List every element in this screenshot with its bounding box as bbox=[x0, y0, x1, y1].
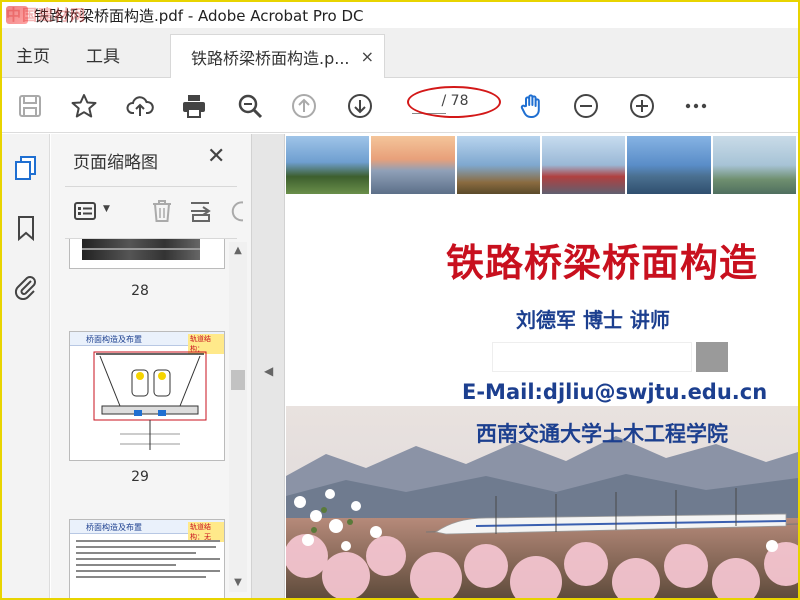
bookmark-star-icon[interactable] bbox=[68, 90, 100, 122]
tab-home[interactable]: 主页 bbox=[16, 42, 50, 67]
save-icon[interactable] bbox=[14, 90, 46, 122]
scroll-down-icon[interactable]: ▼ bbox=[231, 576, 245, 590]
toolbar bbox=[2, 79, 798, 133]
next-page-icon[interactable] bbox=[344, 90, 376, 122]
rotate-page-icon[interactable] bbox=[229, 198, 243, 224]
zoom-in-icon[interactable] bbox=[626, 90, 658, 122]
annotation-circle bbox=[407, 86, 501, 118]
panel-toolbar: ▼ bbox=[65, 194, 251, 230]
page-thumbnails-icon[interactable] bbox=[12, 154, 40, 182]
close-panel-button[interactable]: ✕ bbox=[207, 144, 225, 169]
hand-tool-icon[interactable] bbox=[516, 90, 548, 122]
thumbnail-page[interactable]: 桥面构造及布置 轨道结构： bbox=[69, 331, 225, 461]
print-icon[interactable] bbox=[178, 90, 210, 122]
zoom-out-icon[interactable] bbox=[570, 90, 602, 122]
document-tab-label: 铁路桥梁桥面构造.p... bbox=[191, 48, 350, 68]
panel-divider bbox=[65, 186, 237, 187]
thumbnail-tag: 轨道结构：无 bbox=[188, 522, 224, 542]
zoom-icon[interactable] bbox=[234, 90, 266, 122]
chevron-down-icon[interactable]: ▼ bbox=[103, 204, 110, 214]
panel-title: 页面缩略图 bbox=[73, 153, 158, 173]
thumbnail-page[interactable] bbox=[69, 239, 225, 269]
thumbnail-page-number: 29 bbox=[131, 469, 149, 485]
prev-page-icon[interactable] bbox=[288, 90, 320, 122]
tab-document[interactable]: 铁路桥梁桥面构造.p... × bbox=[170, 34, 385, 78]
redacted-block bbox=[696, 342, 728, 372]
thumbnail-page-number: 28 bbox=[131, 283, 149, 299]
thumbnail-page[interactable]: 桥面构造及布置 轨道结构：无 bbox=[69, 519, 225, 598]
delete-icon[interactable] bbox=[149, 198, 175, 224]
collapse-panel-icon[interactable]: ◀ bbox=[264, 364, 273, 378]
thumbnail-header: 桥面构造及布置 bbox=[86, 335, 142, 344]
panel-splitter[interactable]: ◀ bbox=[251, 134, 285, 598]
tab-row: 主页 工具 铁路桥梁桥面构造.p... × bbox=[2, 28, 798, 78]
scrollbar-thumb[interactable] bbox=[231, 370, 245, 390]
options-menu-icon[interactable] bbox=[73, 198, 99, 224]
scroll-up-icon[interactable]: ▲ bbox=[231, 244, 245, 258]
redacted-field bbox=[492, 342, 692, 372]
title-bar: 中国建材网 铁路桥梁桥面构造.pdf - Adobe Acrobat Pro D… bbox=[2, 2, 798, 28]
app-window: 中国建材网 铁路桥梁桥面构造.pdf - Adobe Acrobat Pro D… bbox=[0, 0, 800, 600]
more-icon[interactable] bbox=[680, 90, 712, 122]
attachments-icon[interactable] bbox=[12, 272, 40, 301]
thumbnails-scrollbar[interactable]: ▲ ▼ bbox=[229, 242, 247, 592]
close-tab-button[interactable]: × bbox=[361, 47, 374, 66]
document-title: 铁路桥梁桥面构造 bbox=[446, 240, 759, 285]
banner-photos bbox=[286, 136, 798, 194]
left-rail bbox=[2, 134, 50, 598]
document-author: 刘德军 博士 讲师 bbox=[516, 308, 670, 332]
thumbnails-panel: 页面缩略图 ✕ ▼ 28 桥面构造及布置 轨道结构： 29 桥面构造及布置 轨道… bbox=[51, 134, 251, 598]
document-school: 西南交通大学土木工程学院 bbox=[476, 422, 728, 446]
extract-page-icon[interactable] bbox=[189, 198, 215, 224]
thumbnails-scroll-area[interactable]: 28 桥面构造及布置 轨道结构： 29 桥面构造及布置 轨道结构：无 bbox=[51, 239, 229, 598]
bookmarks-icon[interactable] bbox=[12, 214, 40, 242]
document-view[interactable]: 铁路桥梁桥面构造 刘德军 博士 讲师 E-Mail:djliu@swjtu.ed… bbox=[286, 134, 798, 598]
document-email: E-Mail:djliu@swjtu.edu.cn bbox=[462, 380, 768, 404]
thumbnail-header: 桥面构造及布置 bbox=[86, 523, 142, 532]
watermark: 中国建材网 bbox=[6, 6, 87, 24]
tab-tools[interactable]: 工具 bbox=[86, 42, 120, 67]
upload-cloud-icon[interactable] bbox=[124, 90, 156, 122]
